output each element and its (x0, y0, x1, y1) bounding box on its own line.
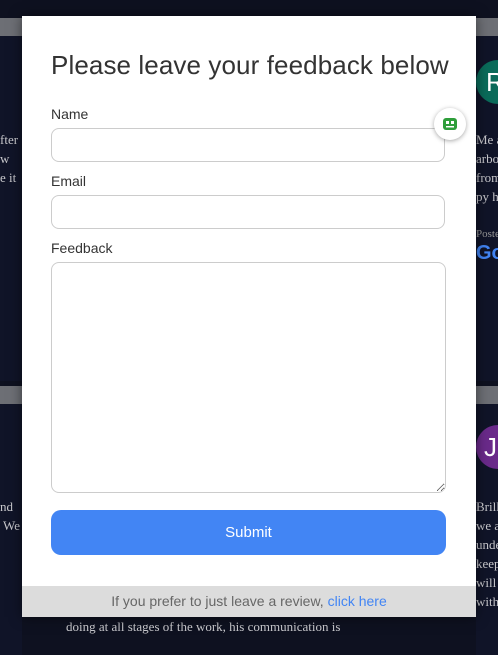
background-card-left-top (0, 18, 22, 381)
background-review-text-left-top: fter w e it (0, 132, 19, 185)
name-label: Name (51, 106, 89, 122)
review-footer: If you prefer to just leave a review, cl… (22, 586, 476, 617)
click-here-link[interactable]: click here (328, 593, 387, 609)
feedback-widget-button[interactable] (434, 108, 466, 140)
background-review-text-right-bottom: Brill we a unde keep will with (476, 499, 498, 609)
background-review-text-bottom: doing at all stages of the work, his com… (66, 619, 341, 634)
google-logo: Go (476, 242, 498, 264)
modal-title: Please leave your feedback below (51, 50, 449, 80)
submit-button[interactable]: Submit (51, 510, 446, 555)
robot-icon (443, 118, 457, 130)
feedback-textarea[interactable] (51, 262, 446, 493)
email-input[interactable] (51, 195, 445, 229)
email-label: Email (51, 173, 87, 189)
background-review-text-left-bottom: nd We (0, 499, 21, 533)
background-review-text-right-top: Me a arbo from py h (476, 132, 498, 204)
feedback-modal: Please leave your feedback below Name Em… (22, 16, 476, 617)
footer-text: If you prefer to just leave a review, (111, 593, 324, 609)
feedback-label: Feedback (51, 240, 113, 256)
name-input[interactable] (51, 128, 445, 162)
